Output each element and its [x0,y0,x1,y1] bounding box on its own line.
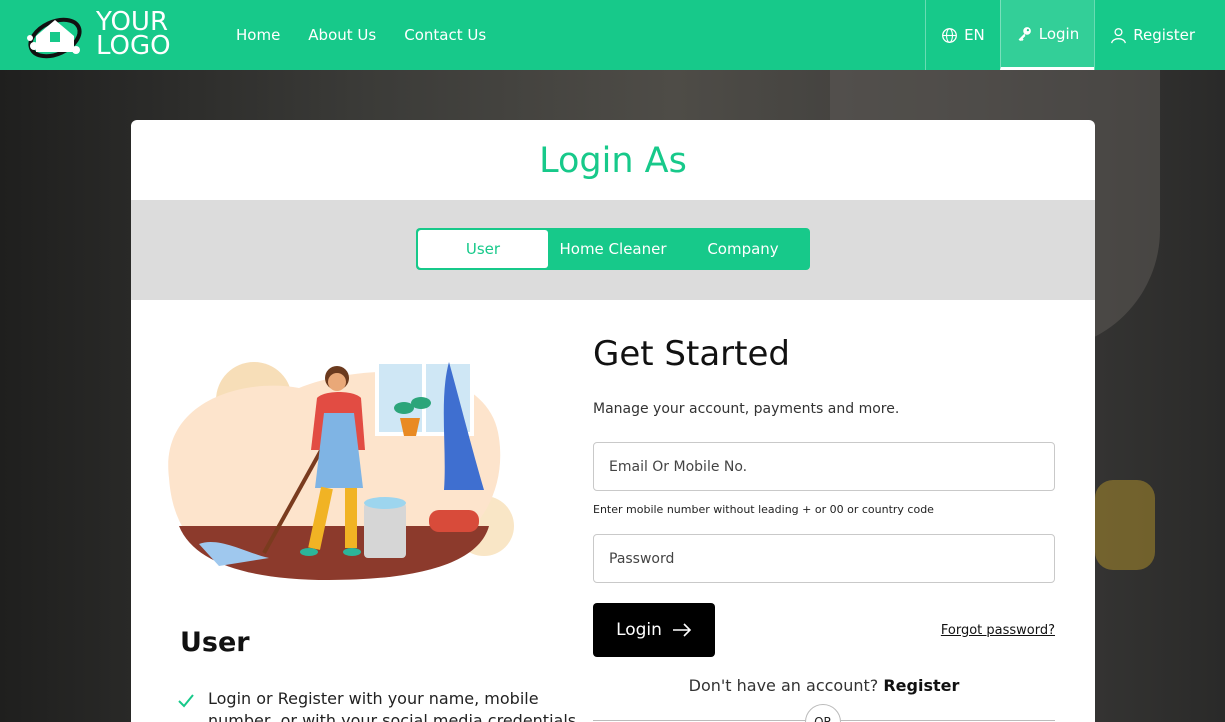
house-logo-icon [27,17,82,59]
cleaning-illustration [168,360,514,580]
language-switch[interactable]: EN [925,0,1000,70]
role-tab-band: User Home Cleaner Company [131,200,1095,300]
or-badge: OR [805,704,841,722]
forgot-password-link[interactable]: Forgot password? [941,623,1055,638]
email-mobile-input[interactable] [593,442,1055,491]
tab-user[interactable]: User [418,230,548,268]
form-title: Get Started [593,334,790,374]
login-button-label: Login [616,620,662,640]
nav-contact-us[interactable]: Contact Us [404,26,486,44]
register-nav-label: Register [1133,26,1195,44]
login-card: Login As User Home Cleaner Company User [131,120,1095,722]
globe-icon [942,27,957,43]
role-heading: User [180,627,250,658]
nav-about-us[interactable]: About Us [308,26,376,44]
account-nav: EN Login Register [925,0,1210,70]
role-tabs: User Home Cleaner Company [416,228,810,270]
checkmark-icon [178,694,194,708]
top-header: YOUR LOGO Home About Us Contact Us EN Lo… [0,0,1225,70]
mobile-hint: Enter mobile number without leading + or… [593,503,934,516]
password-input[interactable] [593,534,1055,583]
login-nav-label: Login [1038,24,1080,43]
login-nav-button[interactable]: Login [999,0,1095,70]
key-icon [1018,27,1031,42]
tab-company[interactable]: Company [678,230,808,268]
no-account-row: Don't have an account? Register [593,676,1055,695]
main-nav: Home About Us Contact Us [236,0,486,70]
background-photo-glove [1095,480,1155,570]
arrow-right-icon [672,623,692,637]
nav-home[interactable]: Home [236,26,280,44]
language-label: EN [964,26,985,44]
form-subtitle: Manage your account, payments and more. [593,401,900,417]
site-logo[interactable]: YOUR LOGO [24,8,171,60]
role-benefit-text: Login or Register with your name, mobile… [208,689,577,722]
user-icon [1111,27,1127,43]
register-link[interactable]: Register [883,676,959,695]
register-nav-button[interactable]: Register [1094,0,1210,70]
no-account-text: Don't have an account? [688,676,879,695]
logo-line-2: LOGO [96,31,171,61]
card-title: Login As [539,141,687,181]
logo-text: YOUR LOGO [96,9,171,61]
login-button[interactable]: Login [593,603,715,657]
tab-home-cleaner[interactable]: Home Cleaner [548,230,678,268]
role-benefit-item: Login or Register with your name, mobile… [178,688,578,722]
